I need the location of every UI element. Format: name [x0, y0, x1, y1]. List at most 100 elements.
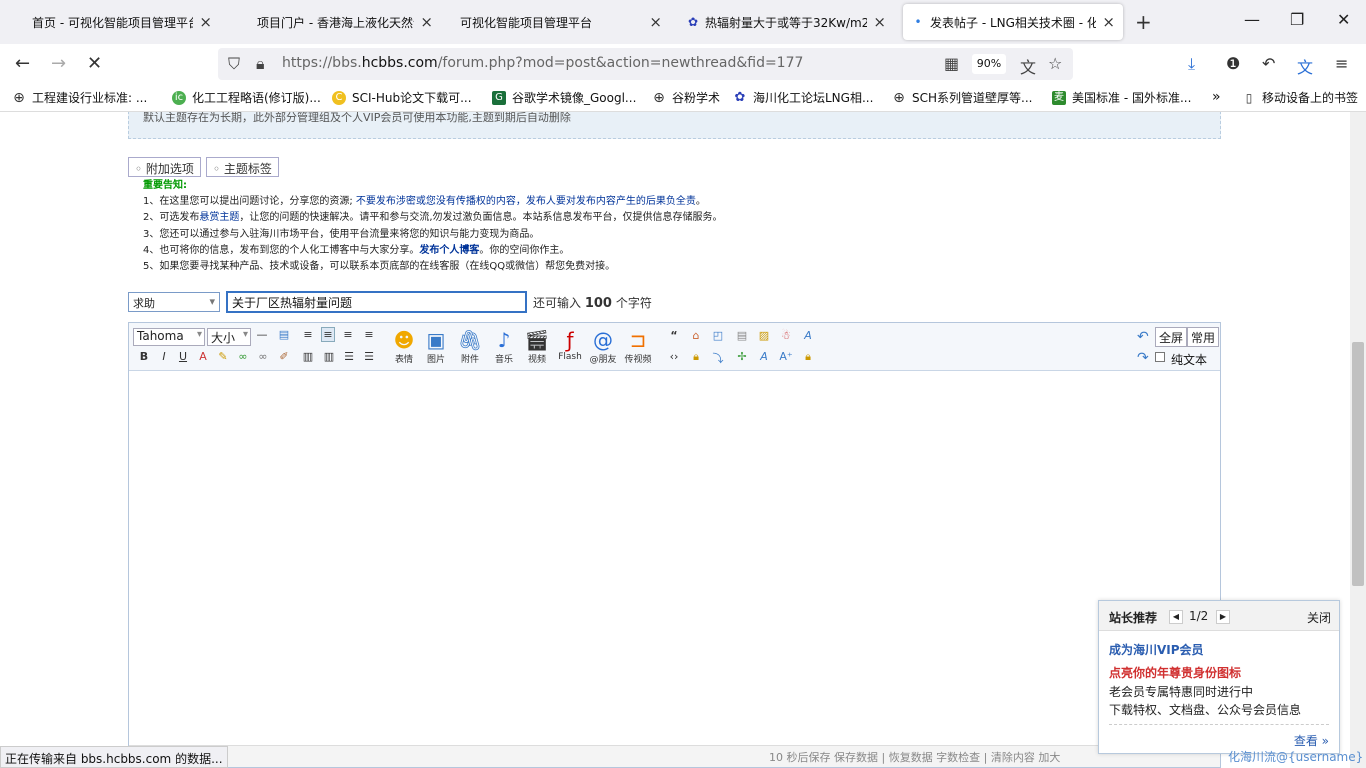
float-right-icon[interactable]: ▥: [322, 350, 336, 363]
qr-code-icon[interactable]: ▦: [944, 54, 959, 73]
lock-icon[interactable]: 🔒︎: [801, 350, 815, 364]
align-left-icon[interactable]: ≡: [301, 328, 315, 341]
image-button[interactable]: ▣ 图片: [421, 328, 451, 365]
tab-platform[interactable]: 可视化智能项目管理平台 ×: [452, 4, 670, 40]
upload-video-button[interactable]: ⊐ 传视频: [623, 328, 653, 365]
password-icon[interactable]: 🔒︎: [689, 350, 703, 364]
align-right-icon[interactable]: ≡: [362, 328, 376, 341]
undo-icon[interactable]: ↶: [1137, 329, 1149, 345]
redo-icon[interactable]: ↷: [1137, 350, 1149, 366]
subject-input[interactable]: [226, 291, 527, 313]
common-button[interactable]: 常用: [1187, 327, 1220, 347]
editor-body[interactable]: [129, 371, 1220, 737]
popup-view-link[interactable]: 查看 »: [1294, 732, 1329, 749]
bookmark-star-icon[interactable]: ☆: [1048, 54, 1062, 73]
bookmark-item[interactable]: ic 化工工程略语(修订版)...: [172, 89, 321, 106]
lock-icon[interactable]: 🔒︎: [256, 54, 265, 74]
bookmark-item[interactable]: ⊕ 工程建设行业标准: ...: [12, 89, 147, 106]
highlight-icon[interactable]: ✎: [216, 350, 230, 363]
text-style-icon[interactable]: A: [757, 350, 771, 363]
free-icon[interactable]: ◰: [711, 329, 725, 342]
align-center-icon[interactable]: ≡: [341, 328, 355, 341]
bookmark-item[interactable]: C SCI-Hub论文下载可...: [332, 89, 472, 106]
flash-button[interactable]: ƒ Flash: [555, 328, 585, 362]
blog-link[interactable]: 发布个人博客: [419, 245, 479, 256]
tab-home[interactable]: 首页 - 可视化智能项目管理平台 ×: [24, 4, 220, 40]
popup-close-button[interactable]: 关闭: [1307, 609, 1331, 626]
clear-format-icon[interactable]: ✐: [277, 350, 291, 363]
unlink-icon[interactable]: ∞: [256, 350, 270, 363]
tab-new-post[interactable]: • 发表帖子 - LNG相关技术圈 - 化 ×: [903, 4, 1123, 40]
bold-icon[interactable]: B: [137, 350, 151, 363]
popup-link[interactable]: 点亮你的年尊贵身份图标: [1109, 664, 1241, 681]
index-icon[interactable]: ▤: [735, 329, 749, 342]
bookmark-item[interactable]: G 谷歌学术镜像_Googl...: [492, 89, 636, 106]
close-icon[interactable]: ×: [1102, 13, 1115, 31]
ordered-list-icon[interactable]: ☰: [342, 350, 356, 363]
restore-icon[interactable]: ❐: [1290, 10, 1304, 29]
emoji-button[interactable]: ☻ 表情: [389, 328, 419, 365]
editor-status[interactable]: 10 秒后保存 保存数据 | 恢复数据 字数检查 | 清除内容 加大: [129, 745, 1220, 767]
hide-icon[interactable]: ⌂: [689, 329, 703, 342]
unordered-list-icon[interactable]: ☰: [362, 350, 376, 363]
minimize-icon[interactable]: —: [1244, 10, 1260, 29]
size-select[interactable]: 大小: [207, 328, 251, 346]
new-tab-button[interactable]: +: [1135, 10, 1152, 34]
puzzle-icon[interactable]: ✢: [735, 350, 749, 363]
bookmark-item[interactable]: ✿ 海川化工论坛LNG相...: [733, 89, 874, 106]
hr-icon[interactable]: —: [255, 328, 269, 341]
float-left-icon[interactable]: ▥: [301, 350, 315, 363]
mobile-bookmarks[interactable]: ▯ 移动设备上的书签: [1242, 89, 1358, 106]
url-bar[interactable]: ⛉ 🔒︎ https://bbs.hcbbs.com/forum.php?mod…: [218, 48, 1073, 80]
music-button[interactable]: ♪ 音乐: [489, 328, 519, 365]
bounty-link[interactable]: 悬赏主题: [199, 212, 239, 223]
close-icon[interactable]: ×: [420, 13, 433, 31]
table-icon[interactable]: ▤: [277, 328, 291, 341]
translate-ext-icon[interactable]: 文: [1297, 54, 1313, 78]
bookmark-item[interactable]: ⊕ SCH系列管道壁厚等...: [892, 89, 1032, 106]
qq-icon[interactable]: ☃: [779, 329, 793, 342]
fullscreen-button[interactable]: 全屏: [1155, 327, 1188, 347]
chevron-right-icon[interactable]: »: [1212, 89, 1221, 105]
font-select[interactable]: Tahoma: [133, 328, 205, 346]
align-justify-icon[interactable]: ≡: [321, 327, 335, 342]
tab-project-portal[interactable]: 项目门户 - 香港海上液化天然气 ×: [249, 4, 441, 40]
stop-icon[interactable]: ✕: [87, 53, 102, 74]
close-icon[interactable]: ×: [873, 13, 886, 31]
url-text[interactable]: https://bbs.hcbbs.com/forum.php?mod=post…: [282, 55, 803, 71]
menu-icon[interactable]: ≡: [1335, 54, 1348, 73]
bookmark-item[interactable]: 麦美国标准 - 国外标准...: [1052, 89, 1191, 106]
link-icon[interactable]: ∞: [236, 350, 250, 363]
tab-extra-options[interactable]: 附加选项: [128, 157, 201, 177]
attachment-button[interactable]: 🖇︎ 附件: [455, 328, 485, 365]
thread-type-select[interactable]: 求助: [128, 292, 220, 312]
close-icon[interactable]: ×: [649, 13, 662, 31]
tab-heat-radiation[interactable]: ✿ 热辐射量大于或等于32Kw/m2 ×: [678, 4, 894, 40]
superscript-icon[interactable]: A⁺: [779, 350, 793, 363]
page-scrollbar[interactable]: [1350, 112, 1366, 768]
bookmark-item[interactable]: ⊕ 谷粉学术: [652, 89, 720, 106]
download-icon[interactable]: ⤓: [1188, 54, 1195, 74]
bg-icon[interactable]: ▨: [757, 329, 771, 342]
zoom-level[interactable]: 90%: [972, 54, 1006, 74]
prev-page-icon[interactable]: ◀: [1169, 610, 1183, 624]
translate-icon[interactable]: 文: [1020, 54, 1036, 78]
close-icon[interactable]: ×: [199, 13, 212, 31]
page-break-icon[interactable]: ⤵: [711, 350, 725, 366]
code-icon[interactable]: ‹›: [667, 350, 681, 363]
font-style-icon[interactable]: A: [801, 329, 815, 342]
video-button[interactable]: 🎬︎ 视频: [522, 328, 552, 365]
forward-icon[interactable]: →: [51, 53, 66, 74]
italic-icon[interactable]: I: [157, 350, 171, 363]
popup-link[interactable]: 成为海川VIP会员: [1109, 641, 1204, 658]
plaintext-checkbox[interactable]: [1155, 352, 1165, 362]
underline-icon[interactable]: U: [176, 350, 190, 363]
next-page-icon[interactable]: ▶: [1216, 610, 1230, 624]
mention-button[interactable]: @ @朋友: [588, 328, 618, 365]
quote-icon[interactable]: “: [667, 329, 681, 342]
shield-icon[interactable]: ⛉: [228, 54, 240, 74]
font-color-icon[interactable]: A: [196, 350, 210, 363]
extension-icon[interactable]: ❶: [1226, 54, 1240, 73]
undo-icon[interactable]: ↶: [1262, 54, 1275, 73]
window-close-icon[interactable]: ✕: [1337, 10, 1350, 29]
